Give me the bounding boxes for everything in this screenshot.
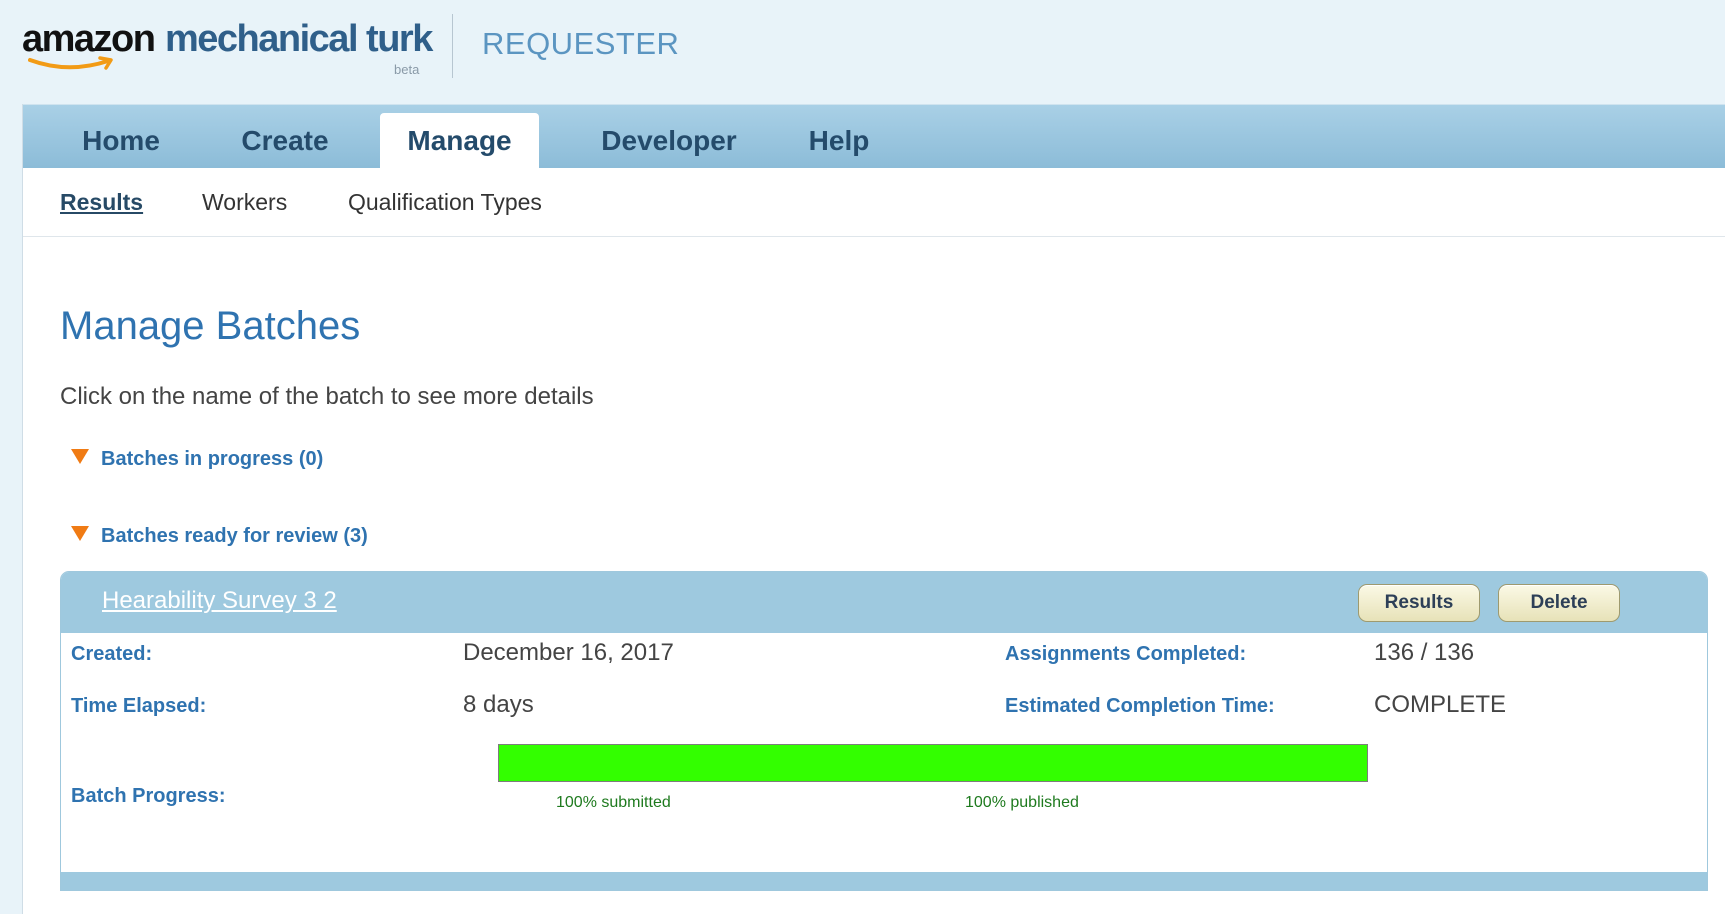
created-label: Created: — [71, 643, 153, 665]
time-elapsed-value: 8 days — [463, 691, 534, 718]
results-button[interactable]: Results — [1358, 584, 1480, 622]
assignments-completed-label: Assignments Completed: — [1005, 643, 1247, 665]
logo-amazon-text: amazon — [22, 18, 156, 60]
batch-progress-label: Batch Progress: — [71, 785, 226, 807]
logo-mturk-text: mechanical turk — [165, 18, 433, 60]
created-value: December 16, 2017 — [463, 639, 674, 666]
subnav-results[interactable]: Results — [60, 189, 143, 216]
page-title: Manage Batches — [60, 304, 361, 348]
tab-create[interactable]: Create — [221, 113, 349, 168]
tab-developer[interactable]: Developer — [579, 113, 759, 168]
sub-navigation: Results Workers Qualification Types — [23, 167, 1725, 237]
estimated-completion-value: COMPLETE — [1374, 691, 1507, 718]
triangle-down-icon — [71, 526, 89, 541]
requester-label: REQUESTER — [482, 26, 680, 61]
page-instructions: Click on the name of the batch to see mo… — [60, 383, 594, 410]
batch-card: Hearability Survey 3 2 Results Delete Cr… — [60, 571, 1708, 891]
delete-button[interactable]: Delete — [1498, 584, 1620, 622]
logo-beta-text: beta — [394, 62, 420, 77]
batches-in-progress-toggle[interactable]: Batches in progress (0) — [71, 448, 323, 471]
triangle-down-icon — [71, 449, 89, 464]
tab-home[interactable]: Home — [61, 113, 181, 168]
time-elapsed-label: Time Elapsed: — [71, 695, 207, 717]
estimated-completion-label: Estimated Completion Time: — [1005, 695, 1275, 717]
batch-progress-bar — [498, 744, 1368, 782]
main-tab-bar: Home Create Manage Developer Help — [23, 104, 1725, 168]
batches-in-progress-label: Batches in progress (0) — [101, 448, 324, 470]
assignments-completed-value: 136 / 136 — [1374, 639, 1475, 666]
subnav-workers[interactable]: Workers — [202, 189, 287, 216]
amazon-smile-arrow-icon — [28, 56, 113, 70]
batch-footer — [61, 872, 1707, 890]
subnav-qualification-types[interactable]: Qualification Types — [348, 189, 542, 216]
tab-manage[interactable]: Manage — [380, 113, 539, 168]
batch-progress-fill — [499, 745, 1367, 781]
main-panel: Home Create Manage Developer Help Result… — [22, 104, 1725, 914]
page-header: amazon mechanical turk beta REQUESTER — [0, 0, 1725, 105]
batch-header: Hearability Survey 3 2 Results Delete — [61, 572, 1707, 633]
tab-help[interactable]: Help — [789, 113, 889, 168]
header-divider — [452, 14, 453, 78]
batches-ready-for-review-label: Batches ready for review (3) — [101, 525, 368, 547]
batches-ready-for-review-toggle[interactable]: Batches ready for review (3) — [71, 525, 368, 548]
published-percent: 100% published — [965, 794, 1079, 811]
batch-name-link[interactable]: Hearability Survey 3 2 — [102, 587, 337, 615]
submitted-percent: 100% submitted — [556, 794, 671, 811]
